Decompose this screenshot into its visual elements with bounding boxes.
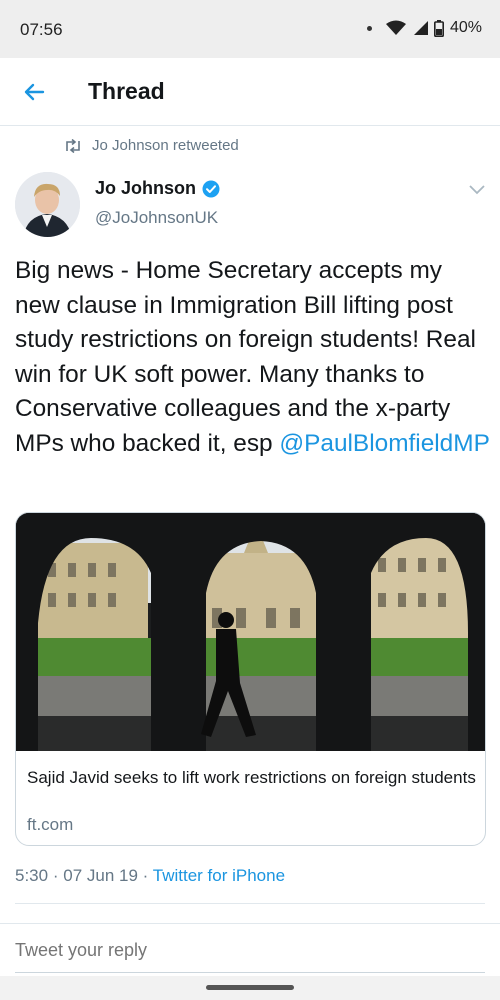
wifi-icon: [385, 20, 406, 35]
card-image: [16, 513, 485, 751]
system-nav-bar: [0, 976, 500, 1000]
tweet-date: 07 Jun 19: [63, 866, 138, 885]
retweet-indicator[interactable]: Jo Johnson retweeted: [64, 137, 239, 154]
card-domain: ft.com: [27, 815, 74, 834]
link-card[interactable]: Sajid Javid seeks to lift work restricti…: [15, 512, 486, 846]
avatar[interactable]: [15, 172, 80, 237]
tweet-text: Big news - Home Secretary accepts my new…: [15, 254, 490, 461]
reply-bar: [0, 923, 500, 975]
tweet-meta: 5:30 · 07 Jun 19 · Twitter for iPhone: [15, 866, 285, 886]
reply-input[interactable]: [15, 934, 485, 966]
meta-separator: ·: [52, 866, 59, 885]
author-handle[interactable]: @JoJohnsonUK: [95, 208, 218, 228]
mention-link[interactable]: @PaulBlomfieldMP: [279, 430, 489, 457]
arrow-left-icon: [24, 83, 45, 101]
status-icons: 40%: [366, 19, 482, 37]
battery-icon: [433, 19, 444, 37]
battery-percent: 40%: [449, 19, 482, 36]
back-button[interactable]: [14, 72, 54, 112]
avatar-image: [15, 172, 80, 237]
tweet-time: 5:30: [15, 866, 49, 885]
signal-icon: [413, 21, 428, 35]
tweet-body: Big news - Home Secretary accepts my new…: [15, 257, 476, 457]
page-title: Thread: [88, 78, 165, 104]
status-time: 07:56: [20, 20, 63, 39]
tweet-source-link[interactable]: Twitter for iPhone: [153, 866, 285, 885]
author-name: Jo Johnson: [95, 178, 197, 198]
author-name-row[interactable]: Jo Johnson: [95, 178, 220, 199]
meta-separator: ·: [142, 866, 149, 885]
home-gesture-pill[interactable]: [206, 985, 294, 990]
retweeted-by-text: Jo Johnson retweeted: [92, 137, 239, 154]
verified-badge-icon: [202, 180, 220, 197]
notification-dot-icon: [366, 25, 372, 31]
app-bar: Thread: [0, 58, 500, 126]
divider: [15, 903, 485, 904]
card-title: Sajid Javid seeks to lift work restricti…: [27, 768, 476, 787]
retweet-icon: [66, 138, 80, 153]
status-bar: 07:56 40%: [0, 0, 500, 58]
reply-underline: [15, 972, 485, 973]
chevron-down-icon[interactable]: [468, 182, 486, 196]
